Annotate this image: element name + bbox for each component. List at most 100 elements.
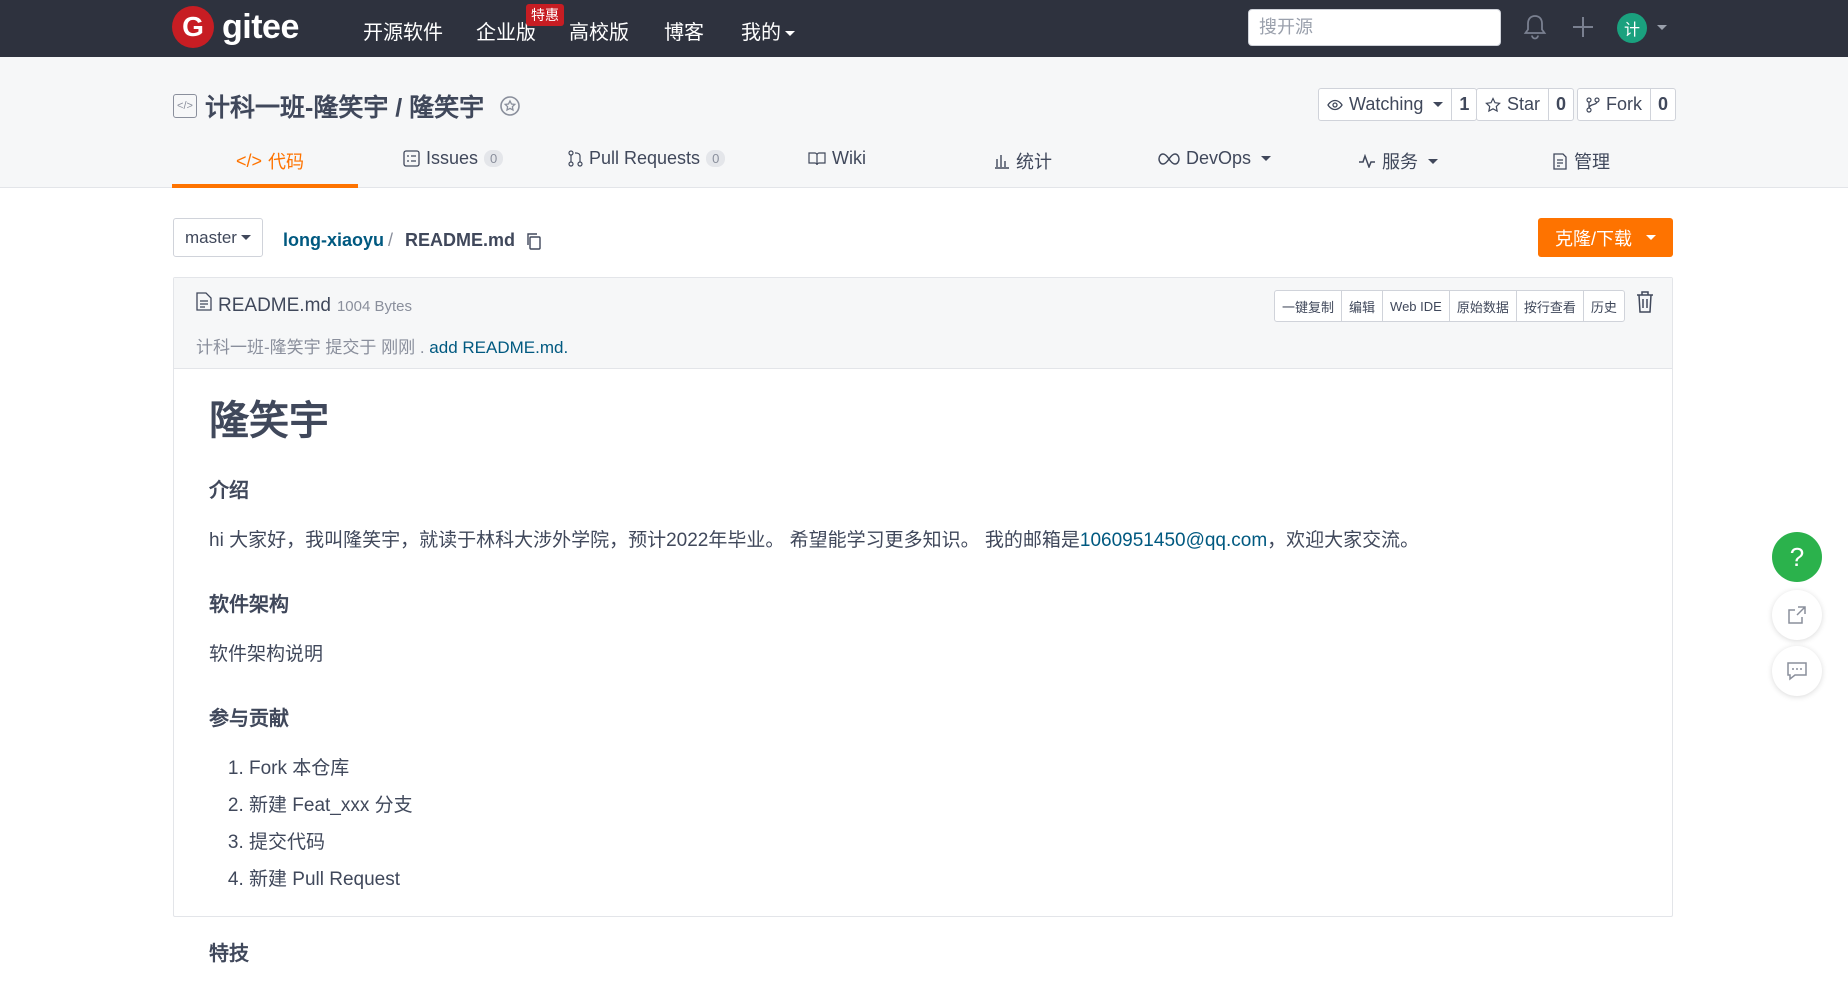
chevron-down-icon <box>1428 158 1438 164</box>
nav-education[interactable]: 高校版 <box>569 16 629 45</box>
heading-intro: 介绍 <box>209 480 249 502</box>
file-viewer: README.md 1004 Bytes 计科一班-隆笑宇 提交于 刚刚 . a… <box>173 277 1673 965</box>
bell-icon[interactable] <box>1520 12 1550 42</box>
feedback-button[interactable] <box>1772 646 1822 696</box>
star-count[interactable]: 0 <box>1548 89 1573 120</box>
gitee-logo[interactable]: G gitee <box>172 6 299 48</box>
commit-author: 计科一班-隆笑宇 提交于 刚刚 . <box>196 338 425 357</box>
code-repo-icon: </> <box>173 94 197 118</box>
star-button[interactable]: Star 0 <box>1476 88 1575 121</box>
manage-icon <box>1553 152 1567 170</box>
architecture-text: 软件架构说明 <box>209 644 324 665</box>
active-tab-indicator <box>172 184 358 188</box>
breadcrumb: long-xiaoyu / README.md <box>283 230 543 251</box>
fork-icon <box>1586 96 1600 113</box>
heading-architecture: 软件架构 <box>209 594 289 616</box>
issues-count: 0 <box>484 150 504 167</box>
file-name: README.md <box>218 295 331 316</box>
tab-stats[interactable]: 统计 <box>994 148 1052 174</box>
copy-all-button[interactable]: 一键复制 <box>1275 291 1341 321</box>
clone-download-button[interactable]: 克隆/下载 <box>1538 218 1673 257</box>
chevron-down-icon <box>240 235 251 240</box>
tab-issues-label: Issues <box>426 148 479 168</box>
intro-text-end: ，欢迎大家交流。 <box>1267 530 1420 551</box>
readme-content: 隆笑宇 介绍 hi 大家好，我叫隆笑宇，就读于林科大涉外学院，预计2022年毕业… <box>209 388 1639 988</box>
help-button[interactable]: ? <box>1772 532 1822 582</box>
email-link[interactable]: 1060951450@qq.com <box>1080 530 1267 551</box>
tab-manage-label: 管理 <box>1574 152 1610 172</box>
copy-icon[interactable] <box>525 232 543 250</box>
issues-icon <box>403 150 420 167</box>
watch-button[interactable]: Watching 1 <box>1318 88 1478 121</box>
eye-icon <box>1327 99 1343 110</box>
file-title: README.md 1004 Bytes <box>196 292 412 317</box>
book-icon <box>808 152 826 166</box>
plus-icon[interactable] <box>1568 12 1598 42</box>
tab-services-label: 服务 <box>1382 152 1418 172</box>
list-item: 新建 Feat_xxx 分支 <box>249 790 1639 827</box>
intro-paragraph: hi 大家好，我叫隆笑宇，就读于林科大涉外学院，预计2022年毕业。 希望能学习… <box>209 525 1639 552</box>
pr-count: 0 <box>706 150 726 167</box>
file-header: README.md 1004 Bytes 计科一班-隆笑宇 提交于 刚刚 . a… <box>174 278 1672 369</box>
user-avatar[interactable]: 计 <box>1617 13 1647 43</box>
list-item: Fork 本仓库 <box>249 753 1639 790</box>
gitee-logo-text: gitee <box>222 7 299 46</box>
history-button[interactable]: 历史 <box>1582 291 1624 321</box>
nav-open-source[interactable]: 开源软件 <box>363 16 443 45</box>
contribute-steps: Fork 本仓库 新建 Feat_xxx 分支 提交代码 新建 Pull Req… <box>209 753 1639 901</box>
file-icon <box>196 292 212 311</box>
fork-count[interactable]: 0 <box>1650 89 1675 120</box>
watch-count[interactable]: 1 <box>1451 89 1476 120</box>
tab-services[interactable]: 服务 <box>1358 148 1438 174</box>
star-icon <box>1485 96 1501 112</box>
tab-devops[interactable]: DevOps <box>1158 148 1272 169</box>
tab-pr-label: Pull Requests <box>589 148 701 168</box>
branch-select[interactable]: master <box>173 218 263 257</box>
nav-mine[interactable]: 我的 <box>741 16 795 45</box>
branch-name: master <box>185 227 237 247</box>
blame-button[interactable]: 按行查看 <box>1515 291 1583 321</box>
share-button[interactable] <box>1772 590 1822 640</box>
fork-button[interactable]: Fork 0 <box>1577 88 1677 121</box>
promo-badge: 特惠 <box>526 4 564 26</box>
chevron-down-icon <box>1646 235 1656 240</box>
repo-name[interactable]: 计科一班-隆笑宇 / 隆笑宇 <box>205 88 484 124</box>
fork-label: Fork <box>1606 94 1642 114</box>
raw-button[interactable]: 原始数据 <box>1448 291 1516 321</box>
tab-manage[interactable]: 管理 <box>1552 148 1610 174</box>
search-input[interactable] <box>1248 9 1501 46</box>
nav-blog[interactable]: 博客 <box>664 16 704 45</box>
avatar-chevron-down-icon[interactable] <box>1657 25 1667 30</box>
list-item: 新建 Pull Request <box>249 864 1639 901</box>
chevron-down-icon <box>785 31 795 37</box>
code-icon: </> <box>236 150 263 171</box>
intro-text: hi 大家好，我叫隆笑宇，就读于林科大涉外学院，预计2022年毕业。 希望能学习… <box>209 530 1080 551</box>
pull-request-icon <box>568 150 583 167</box>
nav-mine-label: 我的 <box>741 22 781 44</box>
infinity-icon <box>1158 152 1180 165</box>
tab-code[interactable]: </> 代码 <box>236 148 304 174</box>
edit-button[interactable]: 编辑 <box>1341 291 1382 321</box>
file-size: 1004 Bytes <box>336 298 413 315</box>
watch-label: Watching <box>1349 94 1424 114</box>
web-ide-button[interactable]: Web IDE <box>1382 291 1449 321</box>
repo-title: </> 计科一班-隆笑宇 / 隆笑宇 <box>173 88 522 124</box>
tab-issues[interactable]: Issues 0 <box>403 148 504 169</box>
file-actions: 一键复制 编辑 Web IDE 原始数据 按行查看 历史 <box>1274 290 1625 322</box>
heading-features: 特技 <box>209 943 249 965</box>
tab-wiki[interactable]: Wiki <box>808 148 866 169</box>
award-icon <box>500 96 520 116</box>
top-navbar: G gitee 开源软件 企业版 特惠 高校版 博客 我的 计 <box>0 0 1848 57</box>
breadcrumb-file: README.md <box>405 230 516 250</box>
readme-title: 隆笑宇 <box>209 399 329 443</box>
commit-message-link[interactable]: add README.md. <box>429 338 568 357</box>
breadcrumb-separator: / <box>388 230 394 250</box>
chat-icon <box>1787 662 1807 681</box>
commit-info: 计科一班-隆笑宇 提交于 刚刚 . add README.md. <box>196 333 568 358</box>
trash-icon[interactable] <box>1634 290 1656 314</box>
tab-pull-requests[interactable]: Pull Requests 0 <box>568 148 726 169</box>
pulse-icon <box>1359 154 1375 168</box>
bar-chart-icon <box>995 155 1009 169</box>
breadcrumb-dir[interactable]: long-xiaoyu <box>283 230 384 251</box>
tab-wiki-label: Wiki <box>832 148 866 168</box>
